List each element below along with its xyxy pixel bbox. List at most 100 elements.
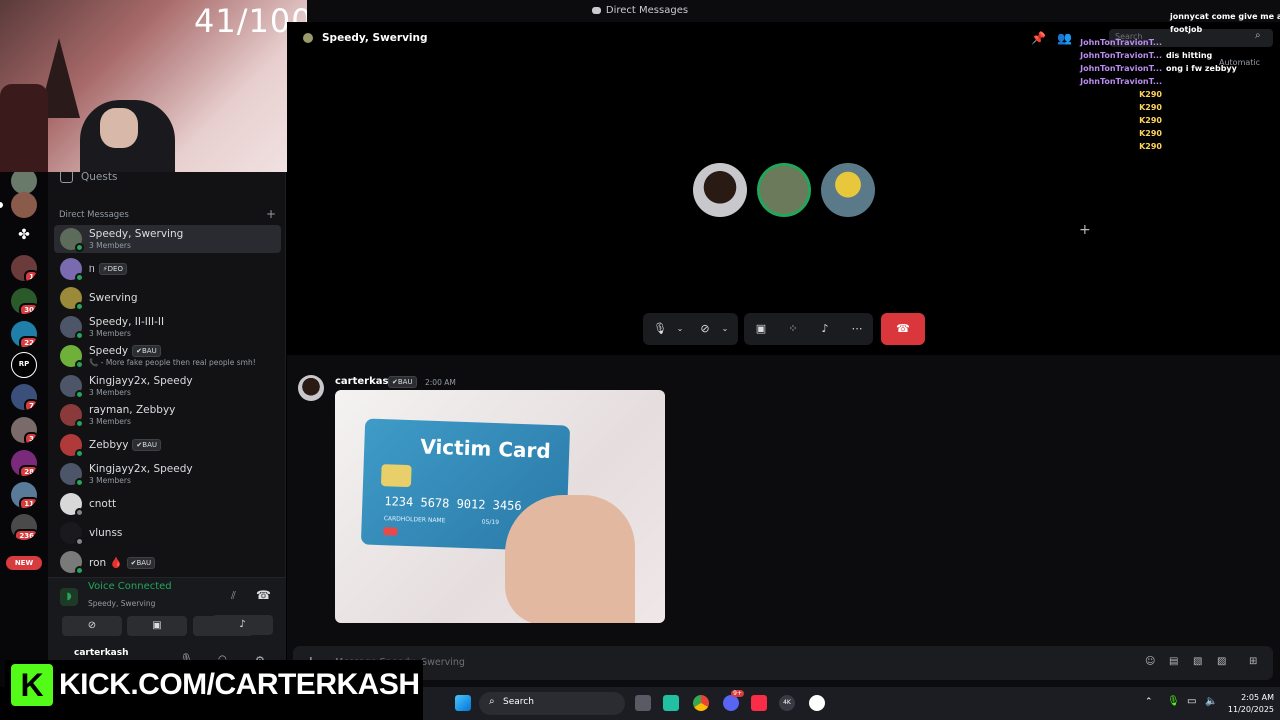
voice-status[interactable]: Voice Connected: [88, 581, 172, 592]
camera-off-icon[interactable]: ⊘: [698, 322, 712, 336]
task-view-icon[interactable]: [635, 695, 651, 711]
noise-suppression-icon[interactable]: ⫽: [231, 589, 245, 603]
server-icon[interactable]: 3: [11, 417, 37, 443]
dm-item[interactable]: ron 🩸 ✔BAU: [54, 548, 281, 576]
server-icon[interactable]: 30: [11, 288, 37, 314]
clock-time[interactable]: 2:05 AM: [1222, 693, 1274, 702]
dm-item[interactable]: Speedy, Swerving 3 Members: [54, 225, 281, 253]
start-icon[interactable]: [455, 695, 471, 711]
camera-button[interactable]: ⊘: [62, 616, 122, 636]
dm-item[interactable]: Speedy, II-III-II 3 Members: [54, 313, 281, 341]
dm-item[interactable]: Speedy ✔BAU 📞 - More fake people then rea…: [54, 342, 281, 370]
dm-item[interactable]: Kingjayy2x, Speedy 3 Members: [54, 372, 281, 400]
window-title: Direct Messages: [605, 5, 689, 16]
new-dm-button[interactable]: +: [266, 207, 276, 221]
sticker-icon[interactable]: ▧: [1193, 656, 1202, 667]
face: [100, 108, 138, 148]
dm-name: Speedy, II-III-II: [89, 316, 165, 328]
dm-item[interactable]: Swerving: [54, 284, 281, 312]
quests-link[interactable]: Quests: [81, 171, 117, 183]
server-icon[interactable]: 7: [11, 384, 37, 410]
participant-tile[interactable]: [693, 163, 747, 217]
message-author[interactable]: carterkash: [335, 376, 396, 387]
avatar: [60, 228, 84, 252]
discord-icon[interactable]: 9+: [723, 690, 744, 711]
author-avatar[interactable]: [298, 375, 324, 401]
volume-icon[interactable]: 🔈: [1205, 696, 1217, 707]
search-icon: ⌕: [489, 696, 495, 707]
image-icon[interactable]: ▨: [1217, 656, 1226, 667]
chevron-down-icon[interactable]: ⌄: [718, 322, 732, 336]
app-icon[interactable]: [663, 695, 679, 711]
gift-icon[interactable]: ⊞: [1249, 656, 1257, 667]
dm-name: vlunss: [89, 527, 123, 539]
soundboard-button[interactable]: ♪: [212, 615, 273, 635]
clock-date[interactable]: 11/20/2025: [1222, 705, 1274, 714]
soundboard-icon[interactable]: ♪: [818, 322, 832, 336]
call-actions-group: ▣ ⁘ ♪ ⋯: [744, 313, 873, 345]
mention-badge: 28: [19, 465, 37, 476]
mic-control-group: 🎙 ⌄ ⊘ ⌄: [643, 313, 738, 345]
screenshare-button[interactable]: ▣: [127, 616, 187, 636]
dm-item[interactable]: vlunss: [54, 519, 281, 547]
chrome-icon[interactable]: [693, 695, 709, 711]
chat-line: footjob: [1170, 25, 1203, 34]
dm-sub: 3 Members: [89, 241, 131, 250]
tray-chevron-icon[interactable]: ⌃: [1145, 697, 1153, 707]
composer[interactable]: + Message Speedy, Swerving ☺ ▤ ▧ ▨ ⊞: [293, 646, 1273, 680]
server-icon[interactable]: RP: [11, 352, 37, 378]
chat-line: K290: [1139, 116, 1162, 125]
dm-item[interactable]: cnott: [54, 490, 281, 518]
hangup-button[interactable]: ☎: [881, 313, 925, 345]
participant-tile-speaking[interactable]: [757, 163, 811, 217]
windows-taskbar: ⌕ Search 9+ 4K ⌃ 🎙 ▭ 🔈 2:05 AM 11/20/202…: [423, 687, 1280, 720]
gif-icon[interactable]: ▤: [1169, 656, 1178, 667]
card-exp: 05/19: [481, 518, 500, 527]
dm-header: Direct Messages: [59, 210, 129, 220]
dm-item[interactable]: Zebbyy ✔BAU: [54, 431, 281, 459]
taskbar-search[interactable]: ⌕ Search: [479, 692, 625, 715]
message-image[interactable]: Victim Card 1234 5678 9012 3456 CARDHOLD…: [335, 390, 665, 623]
add-friend-icon[interactable]: 👥: [1057, 31, 1072, 45]
music-icon[interactable]: [751, 695, 767, 711]
pin-icon[interactable]: 📌: [1031, 31, 1046, 45]
chat-line: JohnTonTravionT... ong i fw zebbyy: [1080, 64, 1237, 73]
network-icon[interactable]: ▭: [1187, 696, 1196, 707]
mic-icon[interactable]: 🎙: [653, 322, 667, 336]
more-icon[interactable]: ⋯: [850, 322, 864, 336]
dm-name: Kingjayy2x, Speedy: [89, 375, 193, 387]
card-logo: [383, 527, 398, 536]
emoji-icon[interactable]: ☺: [1145, 656, 1155, 667]
mention-badge: 30: [19, 303, 37, 314]
server-icon[interactable]: 1: [11, 255, 37, 281]
screenshare-icon[interactable]: ▣: [754, 322, 768, 336]
dm-item[interactable]: rayman, Zebbyy 3 Members: [54, 401, 281, 429]
mention-badge: 236: [14, 529, 37, 540]
server-icon[interactable]: 11: [11, 482, 37, 508]
video-app-icon[interactable]: 4K: [779, 695, 795, 711]
voice-channel[interactable]: Speedy, Swerving: [88, 599, 155, 608]
chevron-down-icon[interactable]: ⌄: [673, 322, 687, 336]
avatar: [60, 345, 84, 369]
participant-tile[interactable]: [821, 163, 875, 217]
app-icon[interactable]: [809, 695, 825, 711]
webcam-overlay: 41/100: [0, 0, 307, 172]
server-icon[interactable]: 28: [11, 450, 37, 476]
new-badge: NEW: [6, 556, 42, 570]
mention-badge: 11: [19, 497, 37, 508]
activities-icon[interactable]: ⁘: [786, 322, 800, 336]
username[interactable]: carterkash: [74, 648, 129, 658]
server-icon[interactable]: [11, 192, 37, 218]
dm-sub: 📞 - More fake people then real people sm…: [89, 358, 256, 367]
card-holder-label: CARDHOLDER NAME: [383, 515, 446, 525]
server-icon[interactable]: 236: [11, 514, 37, 540]
mention-badge: 1: [24, 270, 37, 281]
dm-name: cnott: [89, 498, 117, 510]
dm-item[interactable]: ᥒ ⚡DEO: [54, 255, 281, 283]
server-icon[interactable]: ✤: [11, 222, 37, 248]
server-icon[interactable]: 22: [11, 321, 37, 347]
chat-line: K290: [1139, 142, 1162, 151]
chip-icon: [380, 464, 412, 488]
disconnect-icon[interactable]: ☎: [256, 588, 271, 602]
dm-item[interactable]: Kingjayy2x, Speedy 3 Members: [54, 460, 281, 488]
